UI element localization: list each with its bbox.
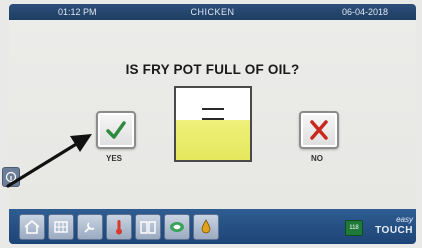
arrow-pointer-icon bbox=[6, 134, 92, 188]
